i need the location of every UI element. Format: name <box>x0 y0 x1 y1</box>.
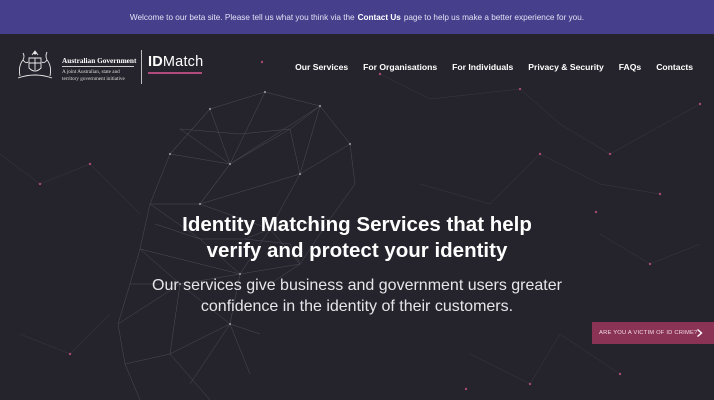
gov-title: Australian Government <box>62 56 137 65</box>
beta-banner-text-after: page to help us make a better experience… <box>403 12 585 22</box>
gov-subtitle-line2: territory government initiative <box>62 76 125 82</box>
nav-for-individuals[interactable]: For Individuals <box>452 62 513 72</box>
gov-subtitle-line1: A joint Australian, state and <box>62 69 120 75</box>
id-crime-victim-label: ARE YOU A VICTIM OF ID CRIME? <box>599 330 698 336</box>
hero-title-line1: Identity Matching Services that help <box>182 213 532 236</box>
idmatch-logo[interactable]: IDMatch <box>148 54 203 70</box>
nav-our-services[interactable]: Our Services <box>295 62 348 72</box>
idmatch-logo-id: ID <box>148 54 163 70</box>
site-header: Australian Government A joint Australian… <box>0 34 714 94</box>
hero-subtitle: Our services give business and governmen… <box>0 275 714 317</box>
hero-subtitle-line2: confidence in the identity of their cust… <box>200 298 514 315</box>
beta-banner: Welcome to our beta site. Please tell us… <box>0 0 714 34</box>
idmatch-logo-underline <box>148 72 202 74</box>
coat-of-arms-icon[interactable] <box>14 48 56 82</box>
nav-contacts[interactable]: Contacts <box>656 62 693 72</box>
nav-for-organisations[interactable]: For Organisations <box>363 62 437 72</box>
nav-faqs[interactable]: FAQs <box>619 62 641 72</box>
contact-us-link[interactable]: Contact Us <box>358 13 401 22</box>
id-crime-victim-button[interactable]: ARE YOU A VICTIM OF ID CRIME? <box>592 322 714 344</box>
hero-title: Identity Matching Services that help ver… <box>0 212 714 264</box>
hero-subtitle-line1: Our services give business and governmen… <box>152 277 562 294</box>
chevron-right-icon <box>697 328 703 338</box>
gov-title-rule <box>62 66 134 67</box>
beta-banner-text-before: Welcome to our beta site. Please tell us… <box>129 12 355 22</box>
main-nav: Our Services For Organisations For Indiv… <box>280 62 693 72</box>
hero-title-line2: verify and protect your identity <box>206 239 508 262</box>
idmatch-logo-match: Match <box>162 54 204 70</box>
nav-privacy-security[interactable]: Privacy & Security <box>528 62 603 72</box>
logo-divider <box>141 50 142 84</box>
